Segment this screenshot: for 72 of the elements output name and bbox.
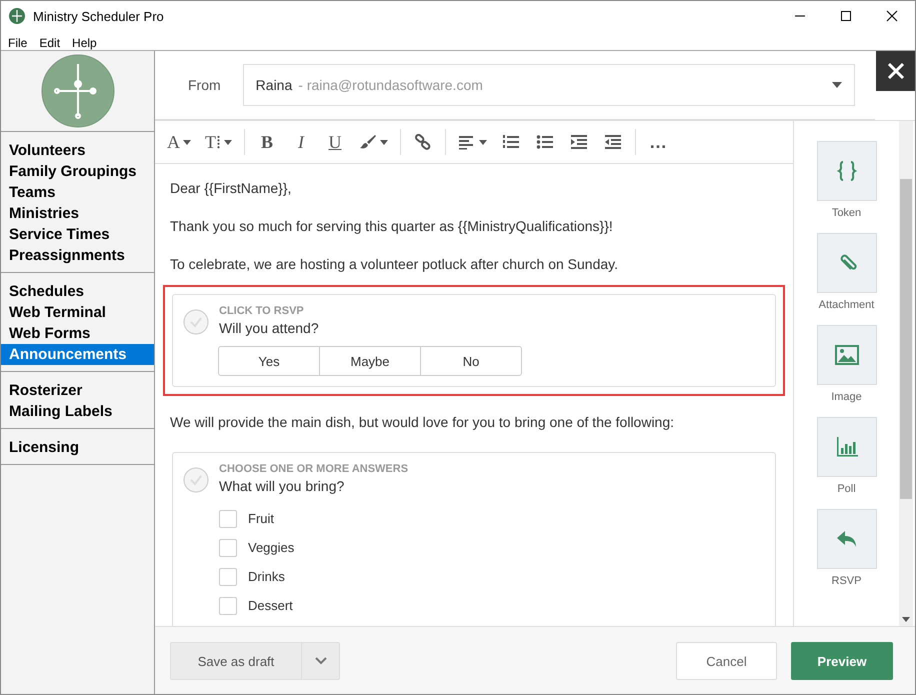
- caret-icon: [479, 140, 487, 144]
- block-question: Will you attend?: [219, 320, 320, 336]
- window-title: Ministry Scheduler Pro: [33, 8, 164, 24]
- checkbox[interactable]: [219, 510, 237, 528]
- caret-icon: [380, 140, 388, 144]
- check-circle-icon: [183, 467, 209, 493]
- caret-icon: [832, 82, 842, 88]
- from-dropdown[interactable]: Raina - raina@rotundasoftware.com: [242, 64, 855, 106]
- app-logo-icon: [9, 8, 25, 24]
- sidebar-item[interactable]: Preassignments: [1, 245, 154, 266]
- scrollbar-thumb[interactable]: [900, 179, 912, 499]
- sidebar-item[interactable]: Web Terminal: [1, 302, 154, 323]
- caret-icon: [183, 140, 191, 144]
- sidebar-item[interactable]: Mailing Labels: [1, 401, 154, 422]
- toolbar-button[interactable]: U: [319, 127, 351, 157]
- sidebar-item[interactable]: Schedules: [1, 281, 154, 302]
- braces-icon: [834, 159, 858, 183]
- align-icon: [458, 134, 476, 150]
- message-paragraph: We will provide the main dish, but would love for you to bring one of the following:: [170, 413, 676, 432]
- toolbar-button[interactable]: …: [642, 127, 674, 157]
- block-caption: CHOOSE ONE OR MORE ANSWERS: [219, 463, 410, 475]
- message-paragraph: Dear {{FirstName}},: [170, 179, 292, 198]
- caret-icon: [224, 140, 232, 144]
- block-caption: CLICK TO RSVP: [219, 305, 305, 317]
- rsvp-option[interactable]: Yes: [218, 346, 320, 376]
- rsvp-option[interactable]: Maybe: [319, 346, 421, 376]
- menu-item[interactable]: Help: [72, 36, 97, 50]
- toolbar-button[interactable]: T⁞: [199, 127, 238, 157]
- sidebar-item[interactable]: Volunteers: [1, 140, 154, 161]
- menu-item[interactable]: File: [8, 36, 28, 50]
- sidebar-item[interactable]: Announcements: [1, 344, 154, 365]
- check-circle-icon: [183, 309, 209, 335]
- sidebar-item[interactable]: Ministries: [1, 203, 154, 224]
- chevron-down-icon: [314, 657, 326, 665]
- message-paragraph: Thank you so much for serving this quarter as {{MinistryQualifications}}!: [170, 217, 614, 236]
- answer-label: Veggies: [248, 540, 294, 555]
- close-icon: [886, 61, 906, 81]
- cancel-button[interactable]: Cancel: [676, 642, 777, 680]
- sidebar-item[interactable]: Web Forms: [1, 323, 154, 344]
- menu-item[interactable]: Edit: [39, 36, 60, 50]
- sidebar-item[interactable]: Family Groupings: [1, 161, 154, 182]
- sidebar-item[interactable]: Service Times: [1, 224, 154, 245]
- close-button[interactable]: [876, 51, 915, 91]
- checkbox[interactable]: [219, 596, 237, 614]
- from-label: From: [188, 77, 221, 93]
- ul-icon: [536, 134, 554, 150]
- checkbox[interactable]: [219, 568, 237, 586]
- preview-button[interactable]: Preview: [791, 642, 893, 680]
- save-draft-button[interactable]: Save as draft: [171, 643, 301, 679]
- sidebar-item[interactable]: Rosterizer: [1, 380, 154, 401]
- toolbar-button[interactable]: B: [251, 127, 283, 157]
- answer-label: Fruit: [248, 511, 274, 526]
- outdent-icon: [604, 134, 622, 150]
- brush-icon: [359, 134, 377, 150]
- message-paragraph: To celebrate, we are hosting a volunteer potluck after church on Sunday.: [170, 255, 620, 274]
- answer-label: Dessert: [248, 598, 293, 613]
- ol-icon: [502, 134, 520, 150]
- toolbar-button[interactable]: A: [161, 127, 197, 157]
- answer-label: Drinks: [248, 569, 285, 584]
- clock-logo-icon: [40, 54, 114, 128]
- link-icon: [414, 134, 432, 150]
- checkbox[interactable]: [219, 538, 237, 556]
- sidebar-item[interactable]: Licensing: [1, 437, 154, 458]
- rsvp-option[interactable]: No: [420, 346, 522, 376]
- sidebar-item[interactable]: Teams: [1, 182, 154, 203]
- rsvp-block[interactable]: CLICK TO RSVP Will you attend? Yes Maybe No: [172, 294, 776, 387]
- indent-icon: [570, 134, 588, 150]
- bar-chart-icon: [834, 435, 858, 459]
- image-icon: [834, 343, 858, 367]
- toolbar-button[interactable]: I: [285, 127, 317, 157]
- block-question: What will you bring?: [219, 478, 346, 494]
- scroll-down-icon[interactable]: [902, 617, 910, 622]
